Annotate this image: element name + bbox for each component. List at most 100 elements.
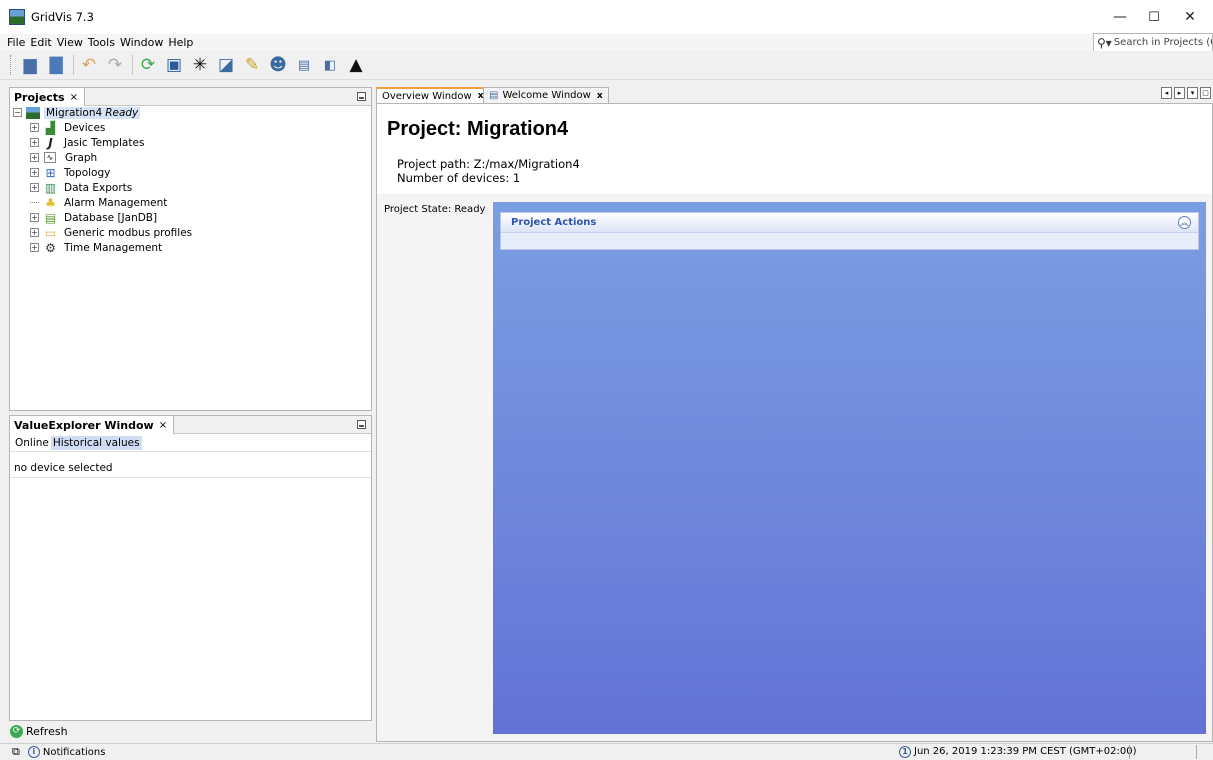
tab-value-explorer[interactable]: ValueExplorer Window × xyxy=(10,416,175,434)
project-state: Project State: Ready xyxy=(384,204,486,215)
search-placeholder: Search in Projects (Ctrl+I) xyxy=(1113,37,1212,48)
tab-online[interactable]: Online xyxy=(13,436,51,450)
value-explorer-panel: ValueExplorer Window × Online Historical… xyxy=(9,415,372,721)
expand-icon[interactable]: + xyxy=(30,183,39,192)
data-export-icon: ▥ xyxy=(44,180,57,195)
topology-icon[interactable]: ✳ xyxy=(189,54,211,76)
project-actions-header[interactable]: Project Actions ︽ xyxy=(501,213,1198,233)
redo-icon[interactable]: ↷ xyxy=(104,54,126,76)
toolbar: ▆ ▇ ↶ ↷ ⟳ ▣ ✳ ◪ ✎ ☻ ▤ ◧ ▲ xyxy=(0,51,1213,80)
wizard-icon[interactable]: ✎ xyxy=(241,54,263,76)
menu-tools[interactable]: Tools xyxy=(83,36,115,49)
close-tab-icon[interactable]: x xyxy=(597,91,603,101)
tree-item-alarm[interactable]: ♣ Alarm Management xyxy=(30,195,167,210)
notifications-label[interactable]: Notifications xyxy=(43,747,106,758)
academy-icon[interactable]: ▲ xyxy=(345,54,367,76)
folder-icon: ▭ xyxy=(44,225,57,240)
tab-projects[interactable]: Projects × xyxy=(10,88,85,106)
toolbar-grip[interactable] xyxy=(10,55,13,75)
export-icon[interactable]: ◪ xyxy=(215,54,237,76)
tree-item-graph[interactable]: + ∿ Graph xyxy=(30,150,97,165)
collapse-icon[interactable]: ︽ xyxy=(1178,216,1191,229)
status-divider xyxy=(1129,745,1130,759)
minimize-panel-button[interactable] xyxy=(357,420,366,429)
project-status: Ready xyxy=(105,106,139,119)
expand-icon[interactable]: + xyxy=(30,168,39,177)
tree-root-migration4[interactable]: − Migration4 Ready xyxy=(13,105,141,120)
minimize-panel-button[interactable] xyxy=(357,92,366,101)
welcome-icon: ▤ xyxy=(489,90,499,101)
expand-icon[interactable]: + xyxy=(30,123,39,132)
project-icon xyxy=(26,106,40,119)
tab-label: Welcome Window xyxy=(502,90,591,101)
close-tab-icon[interactable]: × xyxy=(159,420,167,431)
refresh-icon: ⟳ xyxy=(10,725,23,738)
user-icon[interactable]: ☻ xyxy=(267,54,289,76)
tree-item-jasic[interactable]: + J Jasic Templates xyxy=(30,135,144,150)
close-tab-icon[interactable]: × xyxy=(70,92,78,103)
toolbar-separator xyxy=(132,55,133,75)
tree-item-label: Topology xyxy=(64,166,111,179)
window-title: GridVis 7.3 xyxy=(31,10,94,24)
refresh-label: Refresh xyxy=(26,725,68,738)
tree-item-devices[interactable]: + ▟ Devices xyxy=(30,120,105,135)
menu-file[interactable]: File xyxy=(0,36,25,49)
restore-window-icon[interactable]: ⧉ xyxy=(12,745,20,759)
menu-bar: File Edit View Tools Window Help xyxy=(0,34,1213,51)
maximize-editor-icon[interactable]: ▢ xyxy=(1200,87,1211,99)
tree-item-label: Time Management xyxy=(64,241,163,254)
undo-icon[interactable]: ↶ xyxy=(78,54,100,76)
tree-item-topology[interactable]: + ⊞ Topology xyxy=(30,165,110,180)
expand-icon[interactable]: + xyxy=(30,228,39,237)
tab-label: Projects xyxy=(14,90,65,104)
project-actions-title: Project Actions xyxy=(511,217,597,228)
menu-view[interactable]: View xyxy=(52,36,83,49)
screen-icon[interactable]: ▤ xyxy=(293,54,315,76)
collapse-icon[interactable]: − xyxy=(13,108,22,117)
project-actions-box: Project Actions ︽ xyxy=(500,212,1199,250)
tree-item-label: Devices xyxy=(64,121,106,134)
tree-item-modbus[interactable]: + ▭ Generic modbus profiles xyxy=(30,225,192,240)
new-project-icon[interactable]: ▆ xyxy=(19,54,41,76)
menu-edit[interactable]: Edit xyxy=(25,36,51,49)
tab-overview-window[interactable]: Overview Window x xyxy=(376,87,490,103)
tree-item-database[interactable]: + ▤ Database [JanDB] xyxy=(30,210,157,225)
tree-item-data-exports[interactable]: + ▥ Data Exports xyxy=(30,180,132,195)
project-info: Project path: Z:/max/Migration4 Number o… xyxy=(397,157,580,185)
value-explorer-tabbar: ValueExplorer Window × xyxy=(10,416,371,434)
app-logo-icon xyxy=(9,9,25,25)
jasic-icon: J xyxy=(48,135,53,150)
page-title: Project: Migration4 xyxy=(387,118,569,140)
expand-icon[interactable]: + xyxy=(30,213,39,222)
toolbar-separator xyxy=(73,55,74,75)
scroll-right-icon[interactable]: ▸ xyxy=(1174,87,1185,99)
tree-item-label: Graph xyxy=(65,151,98,164)
expand-icon[interactable]: + xyxy=(30,153,39,162)
tree-item-label: Generic modbus profiles xyxy=(64,226,193,239)
close-button[interactable]: ✕ xyxy=(1167,0,1213,34)
search-input[interactable]: ⚲▾ Search in Projects (Ctrl+I) xyxy=(1093,33,1213,52)
menu-help[interactable]: Help xyxy=(163,36,193,49)
expand-icon[interactable]: + xyxy=(30,138,39,147)
tree-item-time[interactable]: + ⚙ Time Management xyxy=(30,240,162,255)
scroll-left-icon[interactable]: ◂ xyxy=(1161,87,1172,99)
time-icon: ⚙ xyxy=(45,240,56,255)
tab-label: ValueExplorer Window xyxy=(14,418,154,432)
tab-label: Overview Window xyxy=(382,90,472,102)
tab-list-icon[interactable]: ▾ xyxy=(1187,87,1198,99)
notifications-icon[interactable]: i xyxy=(27,746,40,758)
tree-root-label: Migration4 Ready xyxy=(44,106,141,119)
device-icon[interactable]: ▣ xyxy=(163,54,185,76)
open-project-icon[interactable]: ▇ xyxy=(45,54,67,76)
tab-historical-values[interactable]: Historical values xyxy=(50,435,142,450)
search-icon: ⚲▾ xyxy=(1097,35,1112,50)
tab-welcome-window[interactable]: ▤ Welcome Window x xyxy=(483,87,609,103)
menu-window[interactable]: Window xyxy=(115,36,163,49)
tree-item-label: Alarm Management xyxy=(64,196,168,209)
value-explorer-tabs: Online Historical values xyxy=(10,434,371,452)
device-list-icon[interactable]: ◧ xyxy=(319,54,341,76)
expand-icon[interactable]: + xyxy=(30,243,39,252)
sync-icon[interactable]: ⟳ xyxy=(137,54,159,76)
refresh-button[interactable]: ⟳ Refresh xyxy=(10,723,68,740)
no-device-message: no device selected xyxy=(14,462,113,474)
